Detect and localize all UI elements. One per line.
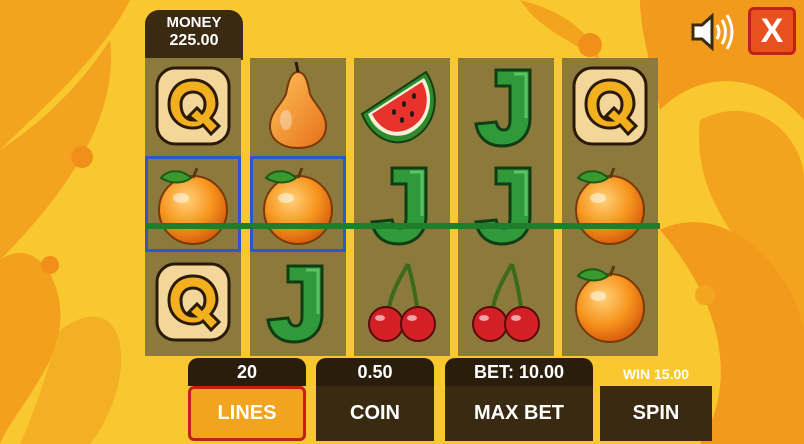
orange-symbol <box>145 156 241 252</box>
letter-q-symbol <box>145 254 241 350</box>
reel-5 <box>562 58 658 356</box>
cherry-symbol <box>458 254 554 350</box>
orange-symbol <box>250 156 346 252</box>
pear-symbol <box>250 58 346 154</box>
lines-value: 20 <box>188 358 306 386</box>
lines-button[interactable]: LINES <box>188 386 306 441</box>
watermelon-symbol <box>354 58 450 154</box>
volume-icon[interactable] <box>690 10 738 54</box>
payline <box>145 223 660 229</box>
reel-1 <box>145 58 241 356</box>
letter-j-symbol <box>458 156 554 252</box>
money-label: MONEY <box>166 14 222 31</box>
spin-button[interactable]: SPIN <box>600 386 712 441</box>
coin-value: 0.50 <box>316 358 434 386</box>
reel-2 <box>250 58 346 356</box>
orange-symbol <box>562 156 658 252</box>
money-value: 225.00 <box>169 32 219 49</box>
max-bet-button[interactable]: MAX BET <box>445 386 593 441</box>
letter-q-symbol <box>145 58 241 154</box>
letter-j-symbol <box>354 156 450 252</box>
letter-q-symbol <box>562 58 658 154</box>
bet-value: BET: 10.00 <box>445 358 593 386</box>
letter-j-symbol <box>458 58 554 154</box>
reel-3 <box>354 58 450 356</box>
cherry-symbol <box>354 254 450 350</box>
win-value: WIN 15.00 <box>622 366 690 382</box>
letter-j-symbol <box>250 254 346 350</box>
money-display: MONEY 225.00 <box>145 10 243 60</box>
close-button[interactable]: X <box>748 7 796 55</box>
reel-4 <box>458 58 554 356</box>
orange-symbol <box>562 254 658 350</box>
coin-button[interactable]: COIN <box>316 386 434 441</box>
